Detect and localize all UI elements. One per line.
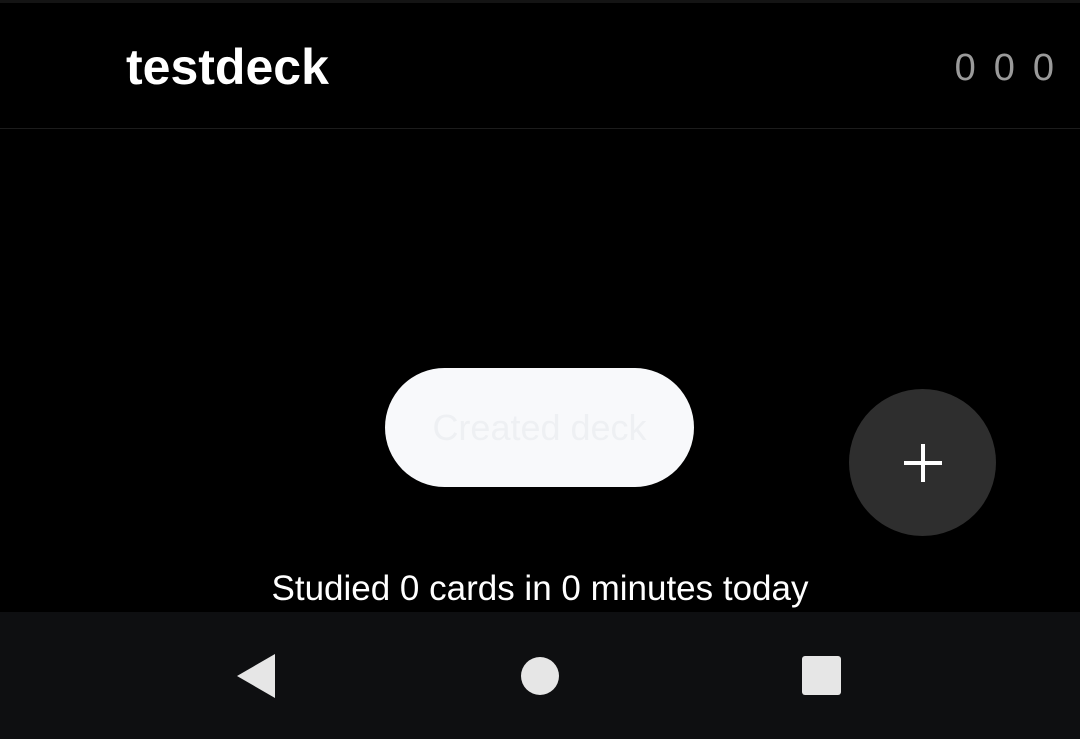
navigation-bar	[0, 612, 1080, 739]
review-count: 0	[1032, 47, 1054, 89]
back-icon	[237, 653, 275, 698]
snackbar: Created deck	[385, 368, 694, 487]
study-stats-text: Studied 0 cards in 0 minutes today	[271, 569, 809, 608]
new-count: 0	[954, 47, 976, 89]
add-fab-button[interactable]	[849, 389, 996, 536]
deck-counts: 0 0 0	[955, 45, 1054, 91]
recents-button[interactable]	[751, 612, 891, 739]
home-button[interactable]	[470, 612, 610, 739]
learn-count: 0	[993, 47, 1015, 89]
back-button[interactable]	[186, 612, 326, 739]
deck-row[interactable]: testdeck 0 0 0	[0, 3, 1080, 129]
home-icon	[521, 656, 559, 695]
recents-icon	[801, 656, 841, 695]
screen: testdeck 0 0 0 Created deck Studied 0 ca…	[0, 0, 1080, 739]
plus-icon	[903, 443, 942, 482]
deck-name: testdeck	[126, 39, 329, 95]
snackbar-message: Created deck	[432, 406, 647, 448]
